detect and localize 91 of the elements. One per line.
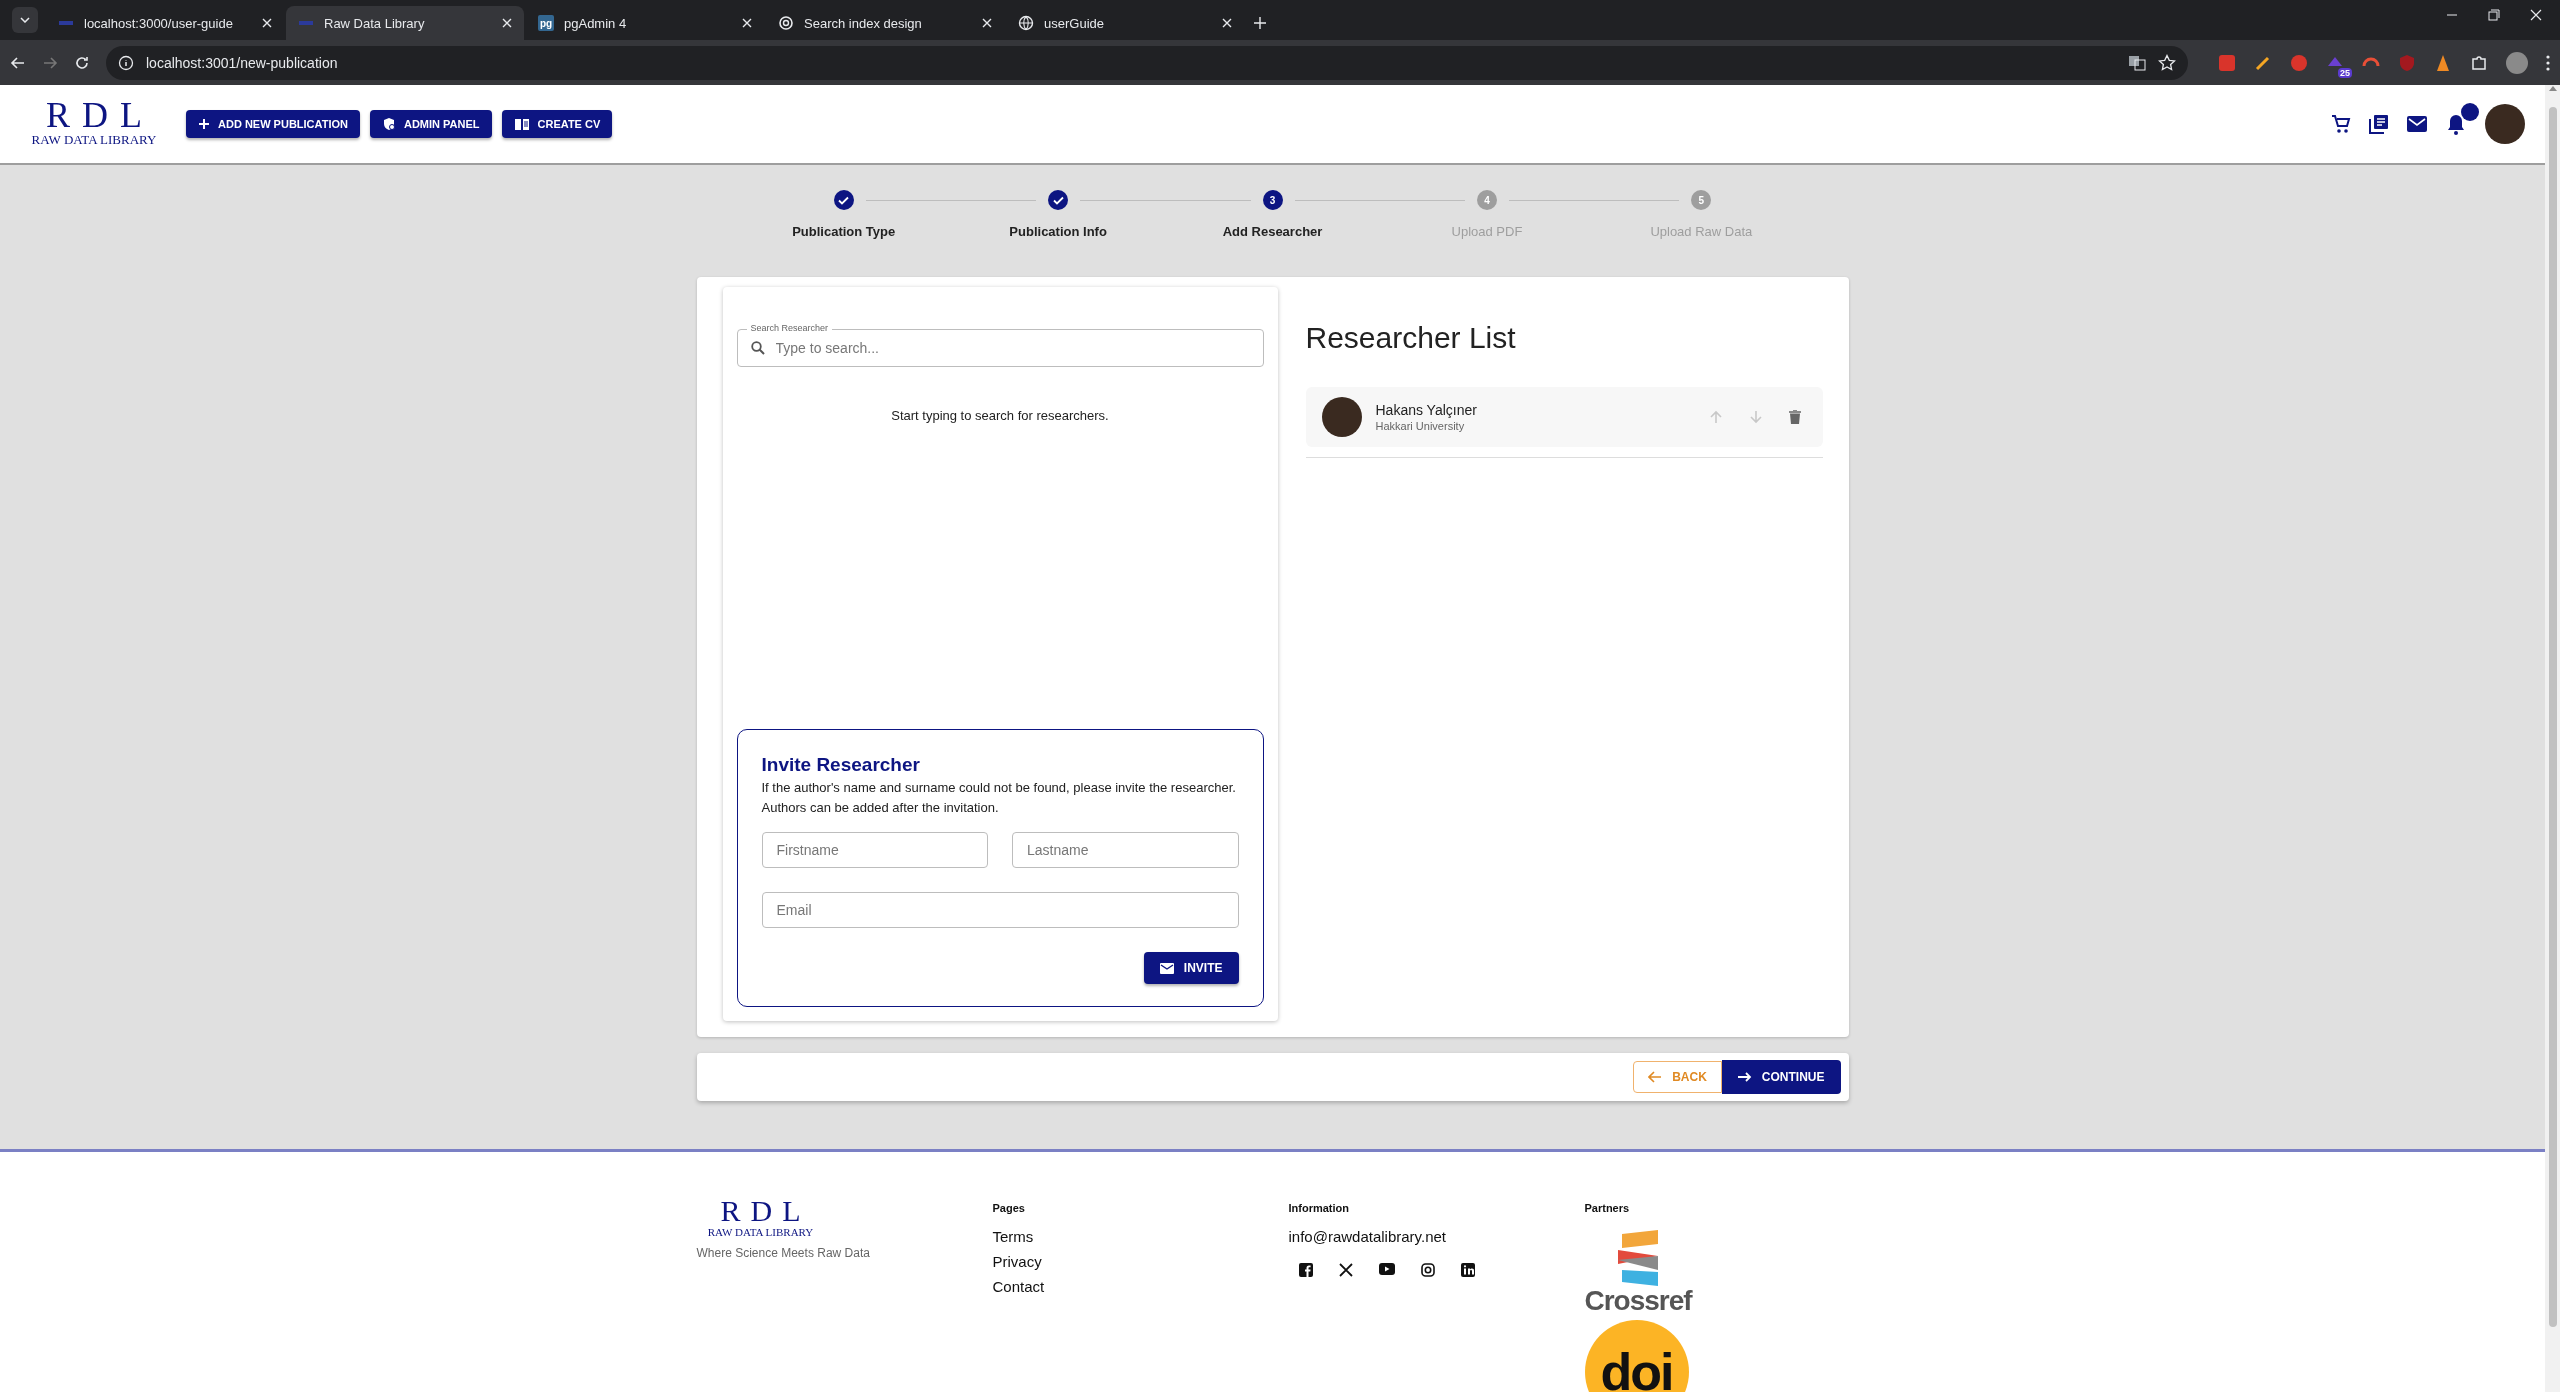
header-button[interactable]: ADMIN PANEL <box>369 110 492 138</box>
info-icon[interactable] <box>118 54 134 71</box>
profile-avatar[interactable] <box>2506 51 2528 74</box>
user-avatar[interactable] <box>2485 104 2525 144</box>
pgadmin-favicon-icon: pg <box>538 15 554 31</box>
researcher-list-title: Researcher List <box>1305 321 1517 355</box>
plus-icon <box>198 118 210 130</box>
step-label: Upload Raw Data <box>1650 224 1753 239</box>
step-label: Upload PDF <box>1451 224 1523 239</box>
book-icon <box>513 117 530 131</box>
linkedin-icon[interactable] <box>1460 1263 1475 1277</box>
step-label: Publication Type <box>792 224 896 239</box>
arrow-right-icon <box>1737 1072 1752 1082</box>
step-label: Add Researcher <box>1222 224 1323 239</box>
logo-letters: RDL <box>46 98 154 132</box>
new-tab-icon[interactable] <box>1254 17 1266 29</box>
close-icon[interactable] <box>2530 9 2542 21</box>
invite-button[interactable]: INVITE <box>1143 952 1239 984</box>
tab-search-button[interactable] <box>12 7 38 33</box>
chevron-icon <box>20 17 30 23</box>
footer-link[interactable]: Terms <box>992 1224 1034 1249</box>
footer-heading: Pages <box>992 1202 1025 1214</box>
close-icon[interactable] <box>982 18 992 28</box>
footer-link[interactable]: Privacy <box>992 1249 1042 1274</box>
address-bar[interactable]: localhost:3001/new-publication <box>106 45 2188 80</box>
mail-icon <box>1159 962 1174 974</box>
step-indicator: 5 <box>1691 190 1712 210</box>
continue-button[interactable]: CONTINUE <box>1721 1060 1841 1094</box>
shield-icon <box>381 117 396 131</box>
footer-logo-letters: RDL <box>720 1196 811 1226</box>
browser-tab[interactable]: pg pgAdmin 4 <box>526 6 764 40</box>
firstname-field[interactable]: Firstname <box>761 832 988 868</box>
invite-title: Invite Researcher <box>761 754 921 776</box>
researcher-affiliation: Hakkari University <box>1375 420 1466 432</box>
reload-icon[interactable] <box>74 54 90 71</box>
close-icon[interactable] <box>262 18 272 28</box>
facebook-icon[interactable] <box>1298 1263 1313 1277</box>
extension-badge: 25 <box>2338 67 2352 78</box>
mail-icon[interactable] <box>2407 116 2427 132</box>
browser-tab[interactable]: Raw Data Library <box>286 6 524 40</box>
logo-caption: RAW DATA LIBRARY <box>31 132 157 147</box>
footer-heading: Partners <box>1584 1202 1630 1214</box>
close-icon[interactable] <box>502 18 512 28</box>
tagline: Where Science Meets Raw Data <box>696 1246 870 1260</box>
library-icon[interactable] <box>2369 114 2389 134</box>
trash-icon <box>1788 410 1801 424</box>
star-icon[interactable] <box>2158 53 2176 72</box>
crossref-logo-text: Crossref <box>1584 1286 1692 1316</box>
researcher-avatar <box>1321 397 1362 437</box>
bell-icon[interactable] <box>2445 113 2467 135</box>
browser-tab[interactable]: userGuide <box>1006 6 1244 40</box>
close-icon[interactable] <box>1222 18 1232 28</box>
header-button[interactable]: CREATE CV <box>501 110 613 138</box>
arrow-down-icon <box>1748 410 1763 424</box>
puzzle-icon[interactable] <box>2470 53 2488 72</box>
x-icon[interactable] <box>1338 1263 1353 1277</box>
lastname-field[interactable]: Lastname <box>1012 832 1239 868</box>
knot-favicon-icon <box>778 15 794 31</box>
browser-tab[interactable]: localhost:3000/user-guide <box>46 6 284 40</box>
footer-logo-caption: RAW DATA LIBRARY <box>707 1226 814 1239</box>
footer-link[interactable]: Contact <box>992 1274 1045 1299</box>
researcher-name: Hakans Yalçıner <box>1375 402 1478 418</box>
youtube-icon[interactable] <box>1378 1263 1395 1275</box>
browser-tab[interactable]: Search index design <box>766 6 1004 40</box>
translate-icon[interactable] <box>2128 53 2146 72</box>
arrow-up-icon <box>1708 410 1723 424</box>
scrollbar-thumb[interactable] <box>2548 107 2557 1327</box>
cart-icon[interactable] <box>2331 114 2351 134</box>
step-label: Publication Info <box>1009 224 1107 239</box>
crossref-chevron-icon <box>1616 1230 1661 1286</box>
header-button[interactable]: ADD NEW PUBLICATION <box>186 110 360 138</box>
menu-icon[interactable] <box>2546 54 2550 71</box>
email-field[interactable]: Email <box>761 892 1239 928</box>
footer-heading: Information <box>1288 1202 1349 1214</box>
url-text: localhost:3001/new-publication <box>146 54 339 71</box>
invite-description: If the author's name and surname could not be found, please invite the researcher. Authors can be added after the invitation. <box>761 779 1237 817</box>
step-indicator: 3 <box>1262 190 1283 210</box>
arrow-left-icon <box>1648 1071 1663 1083</box>
extension-icon[interactable] <box>2434 53 2452 72</box>
restore-icon[interactable] <box>2488 9 2500 21</box>
extension-icon[interactable] <box>2218 53 2236 72</box>
back-arrow-icon[interactable] <box>10 54 26 71</box>
close-icon[interactable] <box>742 18 752 28</box>
step-indicator: 4 <box>1476 190 1497 210</box>
globe-icon <box>1018 15 1034 31</box>
search-hint: Start typing to search for researchers. <box>890 408 1110 423</box>
doi-logo: doi <box>1584 1320 1689 1392</box>
extension-icon[interactable] <box>2290 53 2308 72</box>
instagram-icon[interactable] <box>1420 1263 1435 1277</box>
forward-arrow-icon[interactable] <box>42 54 58 71</box>
email-link[interactable]: info@rawdatalibrary.net <box>1288 1224 1447 1249</box>
